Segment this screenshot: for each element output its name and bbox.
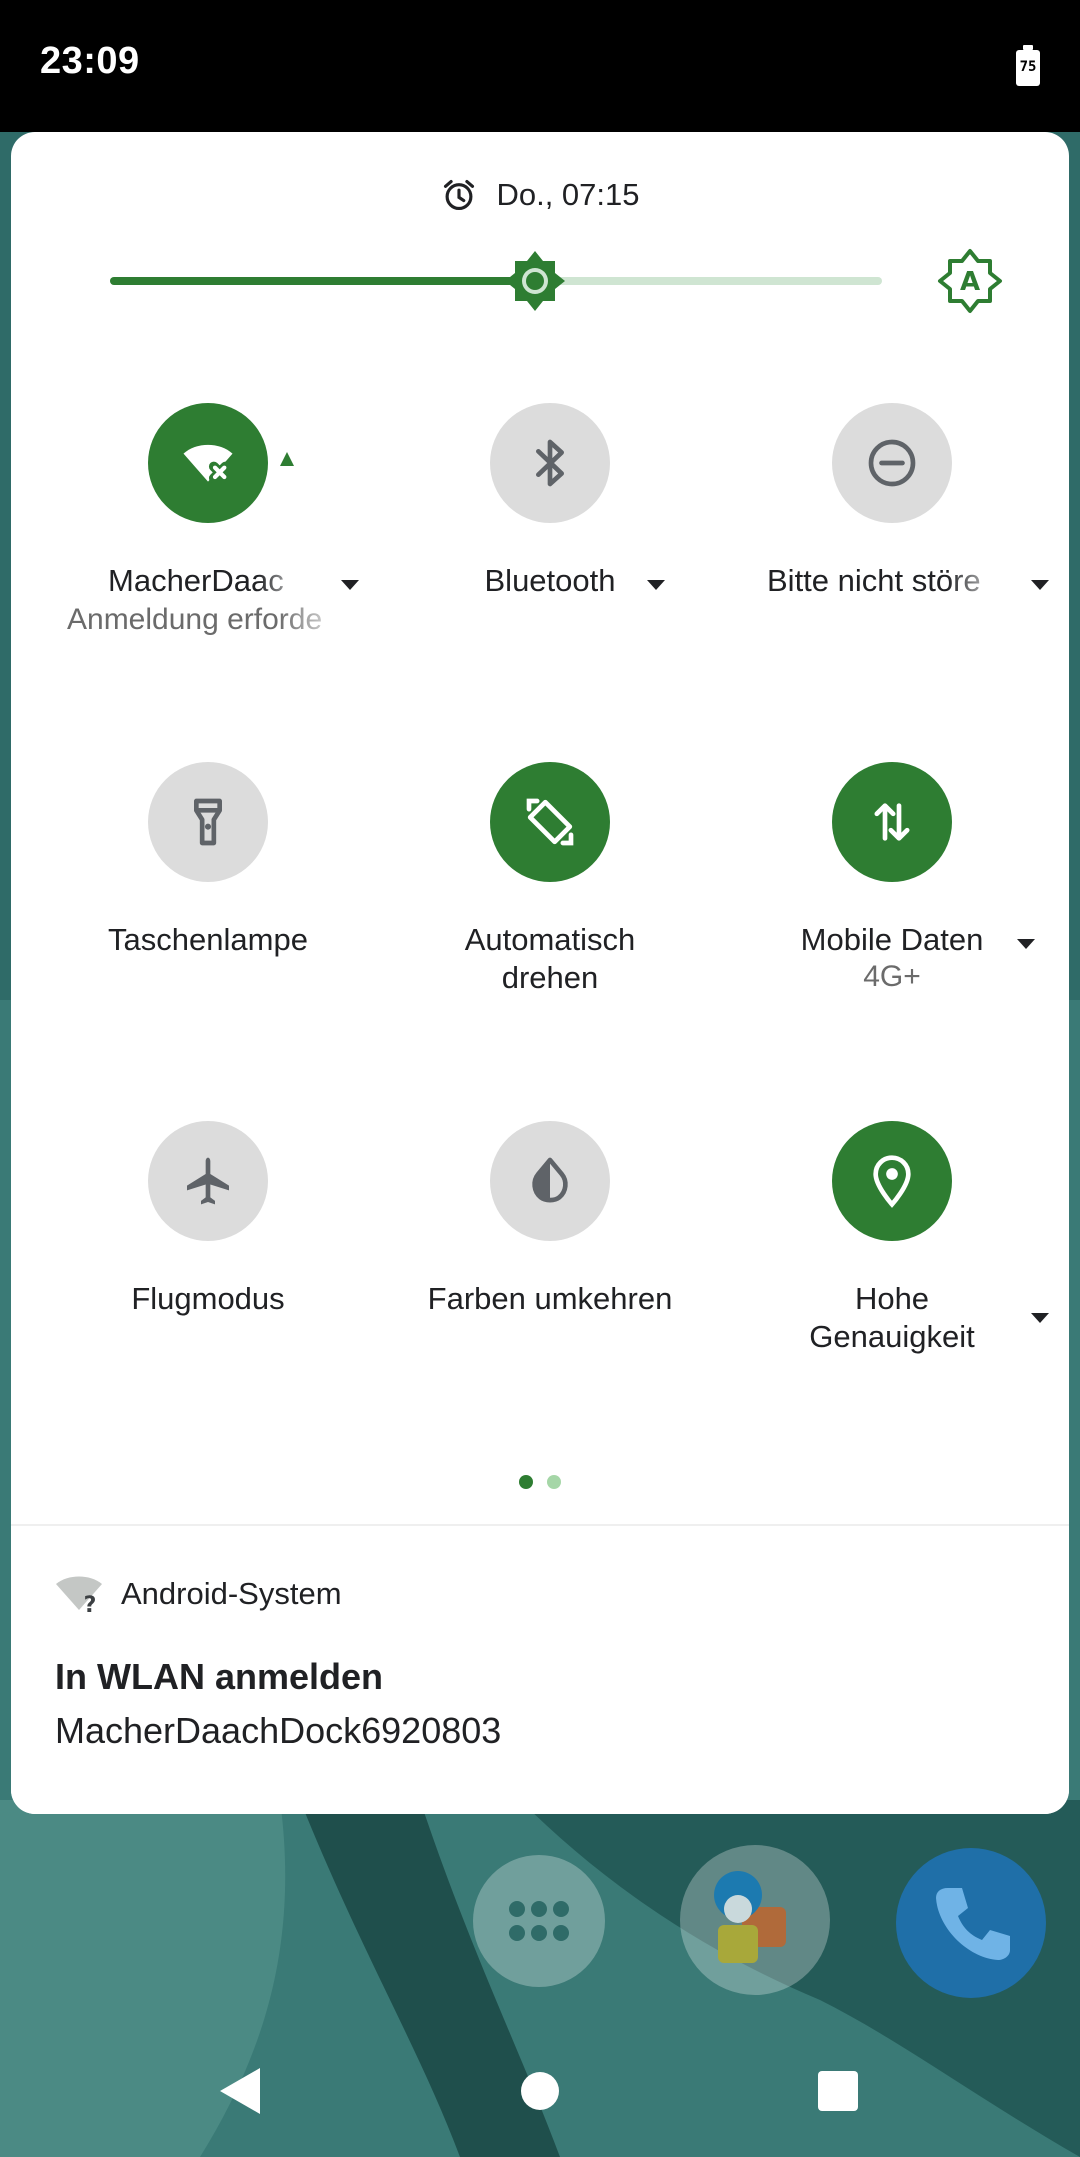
do-not-disturb-dropdown-icon[interactable] xyxy=(1031,580,1049,590)
tile-mobile-data[interactable]: Mobile Daten 4G+ xyxy=(722,762,1062,1092)
tile-auto-rotate-label: Automatisch xyxy=(464,922,636,957)
contacts-icon[interactable] xyxy=(680,1845,830,1995)
alarm-clock-icon xyxy=(444,179,475,211)
tile-location-label: Hohe xyxy=(854,1281,930,1316)
airplane-mode-toggle[interactable] xyxy=(148,1121,268,1241)
battery-level: 75 xyxy=(1019,59,1037,75)
location-icon xyxy=(873,1155,911,1208)
location-toggle[interactable] xyxy=(832,1121,952,1241)
tile-wifi[interactable]: MacherDaac Anmeldung erforde xyxy=(38,403,378,733)
invert-colors-icon xyxy=(532,1157,568,1203)
mobile-data-toggle[interactable] xyxy=(832,762,952,882)
tile-mobile-data-label: Mobile Daten xyxy=(800,922,984,957)
tile-invert-colors-label: Farben umkehren xyxy=(427,1281,673,1316)
tile-wifi-sublabel: Anmeldung erforde xyxy=(67,603,323,636)
tile-auto-rotate[interactable]: Automatisch drehen xyxy=(380,762,720,1092)
tile-flashlight-label: Taschenlampe xyxy=(108,922,308,957)
page-indicator-dot[interactable] xyxy=(547,1475,561,1489)
do-not-disturb-icon xyxy=(868,439,916,487)
location-dropdown-icon[interactable] xyxy=(1031,1313,1049,1323)
next-alarm[interactable]: Do., 07:15 xyxy=(11,170,1069,220)
tile-bluetooth[interactable]: Bluetooth xyxy=(380,403,720,733)
tile-flashlight[interactable]: Taschenlampe xyxy=(38,762,378,1092)
status-time: 23:09 xyxy=(40,40,140,82)
tile-bluetooth-label: Bluetooth xyxy=(484,563,616,598)
bluetooth-icon xyxy=(536,439,564,487)
brightness-thumb-icon[interactable] xyxy=(502,248,568,314)
airplane-icon xyxy=(187,1157,229,1205)
bluetooth-dropdown-icon[interactable] xyxy=(647,580,665,590)
battery-icon: 75 xyxy=(1016,45,1040,86)
wifi-toggle[interactable] xyxy=(148,403,268,523)
brightness-slider[interactable] xyxy=(110,277,882,285)
home-icon[interactable] xyxy=(521,2072,559,2110)
tile-wifi-label: MacherDaac xyxy=(108,563,284,598)
wifi-login-icon xyxy=(183,444,233,484)
bluetooth-toggle[interactable] xyxy=(490,403,610,523)
tile-do-not-disturb[interactable]: Bitte nicht störe xyxy=(722,403,1062,733)
back-icon[interactable] xyxy=(216,2066,264,2116)
mobile-data-icon xyxy=(874,803,910,841)
phone-icon[interactable] xyxy=(896,1848,1046,1998)
flashlight-icon xyxy=(194,798,223,846)
wifi-question-icon: ? xyxy=(56,1576,102,1614)
invert-colors-toggle[interactable] xyxy=(490,1121,610,1241)
tile-airplane-mode[interactable]: Flugmodus xyxy=(38,1121,378,1451)
auto-rotate-toggle[interactable] xyxy=(490,762,610,882)
auto-brightness-icon[interactable]: A xyxy=(937,248,1003,314)
tile-invert-colors[interactable]: Farben umkehren xyxy=(380,1121,720,1451)
svg-text:A: A xyxy=(960,267,980,297)
tile-location-label-line2: Genauigkeit xyxy=(809,1319,975,1354)
page-indicator-dot-active xyxy=(519,1475,533,1489)
auto-rotate-icon xyxy=(526,798,574,846)
quick-settings-panel: Do., 07:15 A MacherDaac Anmeldung erford… xyxy=(11,132,1069,1814)
flashlight-toggle[interactable] xyxy=(148,762,268,882)
alarm-time: Do., 07:15 xyxy=(496,177,640,212)
do-not-disturb-toggle[interactable] xyxy=(832,403,952,523)
tile-auto-rotate-label-line2: drehen xyxy=(501,960,599,995)
tile-do-not-disturb-label: Bitte nicht störe xyxy=(767,563,981,598)
tile-location[interactable]: Hohe Genauigkeit xyxy=(722,1121,1062,1451)
recents-icon[interactable] xyxy=(818,2071,858,2111)
notification-app-name: Android-System xyxy=(121,1576,342,1611)
status-bar: 23:09 75 xyxy=(0,0,1080,132)
notification-card[interactable]: ? Android-System In WLAN anmelden Macher… xyxy=(11,1524,1069,1814)
notification-text: MacherDaachDock6920803 xyxy=(55,1710,502,1751)
wifi-signal-icon xyxy=(280,452,294,466)
app-drawer-icon[interactable] xyxy=(473,1855,605,1987)
tile-mobile-data-sublabel: 4G+ xyxy=(863,960,921,993)
brightness-fill xyxy=(110,277,535,285)
tile-airplane-mode-label: Flugmodus xyxy=(131,1281,285,1316)
wifi-dropdown-icon[interactable] xyxy=(341,580,359,590)
notification-title: In WLAN anmelden xyxy=(55,1656,384,1697)
mobile-data-dropdown-icon[interactable] xyxy=(1017,939,1035,949)
svg-text:?: ? xyxy=(84,1593,97,1614)
